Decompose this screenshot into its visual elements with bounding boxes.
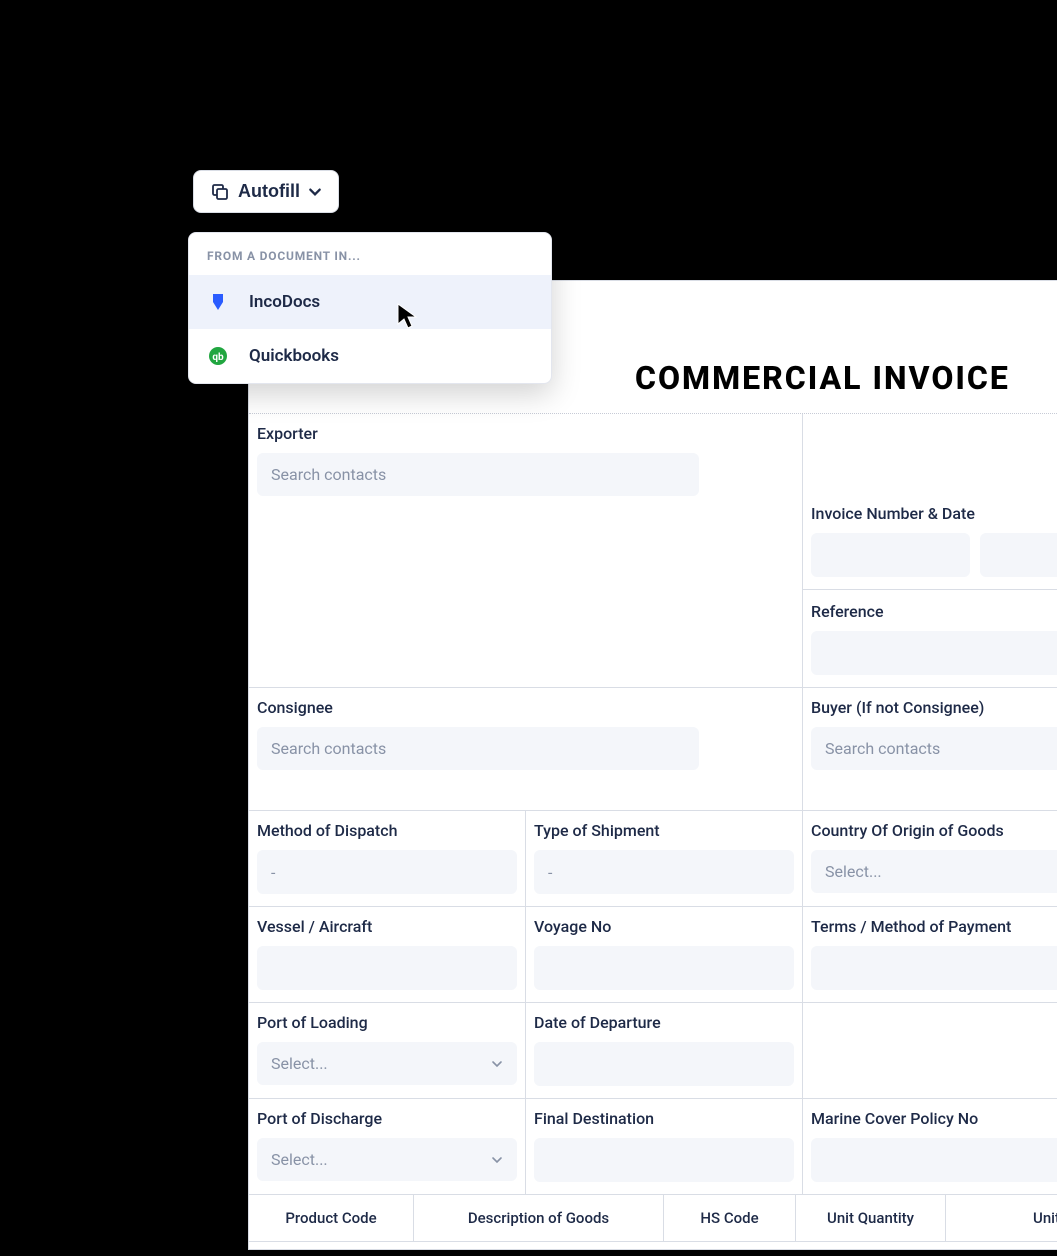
dropdown-item-label: Quickbooks xyxy=(249,346,339,366)
chevron-down-icon xyxy=(308,185,322,199)
reference-label: Reference xyxy=(811,602,1057,621)
exporter-label: Exporter xyxy=(257,424,794,443)
port-loading-label: Port of Loading xyxy=(257,1013,517,1032)
method-dispatch-input[interactable] xyxy=(257,850,517,894)
buyer-input[interactable] xyxy=(811,727,1057,770)
final-destination-input[interactable] xyxy=(534,1138,794,1182)
voyage-input[interactable] xyxy=(534,946,794,990)
country-origin-placeholder: Select... xyxy=(825,862,882,881)
terms-payment-label: Terms / Method of Payment xyxy=(811,917,1057,936)
autofill-button[interactable]: Autofill xyxy=(193,170,339,213)
dropdown-header: FROM A DOCUMENT IN... xyxy=(189,233,551,275)
chevron-down-icon xyxy=(491,1154,503,1166)
marine-cover-label: Marine Cover Policy No xyxy=(811,1109,1057,1128)
svg-text:qb: qb xyxy=(212,352,224,363)
invoice-date-input[interactable] xyxy=(980,533,1057,577)
date-departure-label: Date of Departure xyxy=(534,1013,794,1032)
invoice-number-input[interactable] xyxy=(811,533,970,577)
invoice-number-label: Invoice Number & Date xyxy=(811,504,1057,523)
th-unit-qty: Unit Quantity xyxy=(796,1195,946,1241)
dropdown-item-incodocs[interactable]: IncoDocs xyxy=(189,275,551,329)
th-description: Description of Goods xyxy=(414,1195,664,1241)
marine-cover-input[interactable] xyxy=(811,1138,1057,1182)
th-hs-code: HS Code xyxy=(664,1195,796,1241)
final-destination-label: Final Destination xyxy=(534,1109,794,1128)
port-loading-placeholder: Select... xyxy=(271,1054,328,1073)
type-shipment-input[interactable] xyxy=(534,850,794,894)
exporter-input[interactable] xyxy=(257,453,699,496)
copy-icon xyxy=(210,182,230,202)
invoice-document: COMMERCIAL INVOICE Exporter Invoice Numb… xyxy=(248,280,1057,1250)
vessel-input[interactable] xyxy=(257,946,517,990)
th-product-code: Product Code xyxy=(249,1195,414,1241)
port-loading-select[interactable]: Select... xyxy=(257,1042,517,1085)
voyage-label: Voyage No xyxy=(534,917,794,936)
chevron-down-icon xyxy=(491,1058,503,1070)
country-origin-select[interactable]: Select... xyxy=(811,850,1057,893)
type-shipment-label: Type of Shipment xyxy=(534,821,794,840)
port-discharge-label: Port of Discharge xyxy=(257,1109,517,1128)
vessel-label: Vessel / Aircraft xyxy=(257,917,517,936)
buyer-label: Buyer (If not Consignee) xyxy=(811,698,1057,717)
autofill-label: Autofill xyxy=(238,181,300,202)
country-origin-label: Country Of Origin of Goods xyxy=(811,821,1057,840)
port-discharge-select[interactable]: Select... xyxy=(257,1138,517,1181)
autofill-dropdown: FROM A DOCUMENT IN... IncoDocs qb Quickb… xyxy=(188,232,552,384)
items-table-header: Product Code Description of Goods HS Cod… xyxy=(249,1195,1057,1242)
consignee-label: Consignee xyxy=(257,698,794,717)
incodocs-icon xyxy=(207,291,229,313)
quickbooks-icon: qb xyxy=(207,345,229,367)
reference-input[interactable] xyxy=(811,631,1057,675)
method-dispatch-label: Method of Dispatch xyxy=(257,821,517,840)
date-departure-input[interactable] xyxy=(534,1042,794,1086)
terms-payment-input[interactable] xyxy=(811,946,1057,990)
dropdown-item-label: IncoDocs xyxy=(249,292,320,312)
th-unit: Unit xyxy=(946,1195,1057,1241)
port-discharge-placeholder: Select... xyxy=(271,1150,328,1169)
consignee-input[interactable] xyxy=(257,727,699,770)
dropdown-item-quickbooks[interactable]: qb Quickbooks xyxy=(189,329,551,383)
